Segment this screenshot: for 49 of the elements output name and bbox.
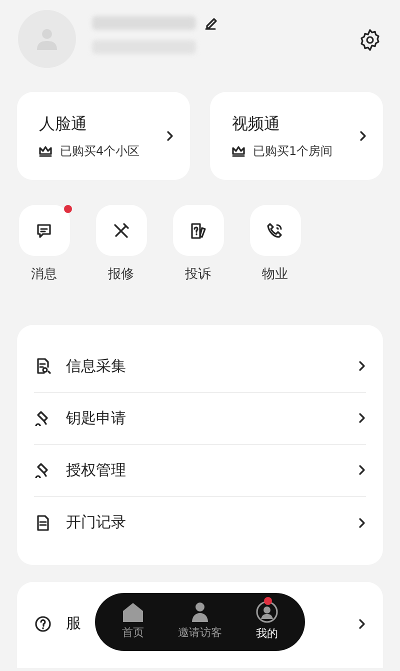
help-icon: [34, 614, 52, 632]
service-card[interactable]: 视频通 已购买1个房间: [210, 92, 383, 180]
edit-icon[interactable]: [204, 16, 218, 30]
shortcut-button[interactable]: [96, 205, 146, 256]
chevron-icon: [358, 618, 366, 630]
shortcut-label: 投诉: [185, 266, 211, 284]
user-circle-icon: [256, 601, 278, 624]
key-icon: [35, 410, 51, 426]
menu-label: 钥匙申请: [66, 408, 126, 429]
menu-item[interactable]: 信息采集: [34, 340, 366, 392]
shortcut-label: 消息: [31, 266, 57, 284]
chevron-icon: [358, 412, 366, 424]
document-icon: [35, 514, 51, 530]
document-search-icon: [35, 358, 51, 374]
chevron-icon: [166, 130, 174, 142]
chevron-icon: [359, 130, 367, 142]
service-card[interactable]: 人脸通 已购买4个小区: [17, 92, 190, 180]
shortcut-label: 报修: [108, 266, 134, 284]
shortcut-button[interactable]: [18, 205, 70, 256]
tools-icon: [112, 222, 130, 240]
menu-item[interactable]: 授权管理: [34, 444, 366, 496]
shortcut-button[interactable]: [172, 205, 224, 256]
card-subtitle: 已购买1个房间: [253, 143, 333, 160]
chevron-icon: [358, 516, 366, 528]
menu-label: 授权管理: [66, 460, 126, 481]
document-question-icon: [189, 222, 207, 240]
chevron-icon: [358, 464, 366, 476]
card-title: 人脸通: [39, 113, 88, 135]
settings-icon[interactable]: [358, 28, 382, 52]
menu-label[interactable]: 服: [66, 612, 81, 635]
key-icon: [35, 462, 51, 478]
shortcut-button[interactable]: [250, 205, 300, 256]
menu-label: 信息采集: [66, 356, 126, 377]
nav-tab[interactable]: 首页: [122, 602, 144, 642]
crown-icon: [39, 146, 52, 156]
menu-label: 开门记录: [66, 512, 126, 534]
nav-tab[interactable]: 我的: [256, 601, 278, 643]
card-subtitle: 已购买4个小区: [60, 143, 140, 160]
menu-item[interactable]: 钥匙申请: [34, 392, 366, 444]
chevron-icon: [358, 360, 366, 372]
menu-item[interactable]: 开门记录: [34, 496, 366, 548]
phone-icon: [266, 222, 284, 240]
message-icon: [35, 222, 53, 240]
crown-icon: [232, 146, 245, 156]
shortcut-label: 物业: [262, 266, 288, 284]
home-icon: [122, 602, 144, 622]
nav-tab[interactable]: 邀请访客: [178, 602, 222, 642]
person-icon: [189, 602, 211, 622]
card-title: 视频通: [232, 113, 281, 135]
